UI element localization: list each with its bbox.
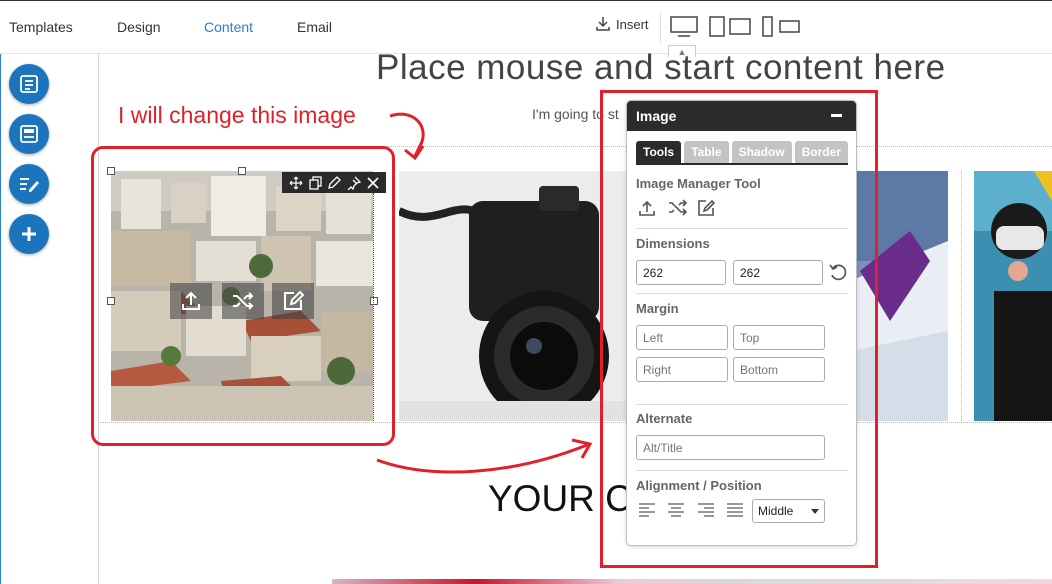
insert-label: Insert: [616, 16, 649, 32]
toolbar-divider: [660, 13, 661, 43]
tablet-view-icon[interactable]: [709, 16, 753, 38]
section-separator: [636, 293, 848, 294]
edit-box-icon[interactable]: [697, 199, 715, 217]
alternate-title: Alternate: [636, 411, 693, 426]
align-left-icon[interactable]: [638, 502, 656, 518]
diver-image[interactable]: [974, 171, 1052, 421]
margin-title: Margin: [636, 301, 679, 316]
align-justify-icon[interactable]: [726, 502, 744, 518]
alignment-title: Alignment / Position: [636, 478, 762, 493]
add-button[interactable]: [9, 214, 49, 254]
width-field[interactable]: [636, 260, 726, 285]
desktop-view-icon[interactable]: [670, 16, 698, 38]
mobile-view-icon[interactable]: [762, 16, 802, 38]
download-icon: [596, 17, 610, 31]
shuffle-icon[interactable]: [668, 199, 688, 217]
tab-table[interactable]: Table: [684, 141, 729, 163]
image-manager-title: Image Manager Tool: [636, 176, 761, 191]
nav-templates[interactable]: Templates: [9, 19, 73, 35]
align-center-icon[interactable]: [667, 502, 685, 518]
alt-title-field[interactable]: [636, 435, 825, 460]
margin-top-field[interactable]: [733, 325, 825, 350]
top-bar: Templates Design Content Email Insert ▲: [0, 0, 1052, 57]
panel-title: Image: [636, 108, 677, 124]
section-separator: [636, 470, 848, 471]
edit-text-button[interactable]: [9, 164, 49, 204]
section-separator: [636, 228, 848, 229]
headline-text[interactable]: Place mouse and start content here: [376, 48, 946, 88]
minimize-icon[interactable]: [831, 114, 842, 117]
text-edit-icon: [20, 178, 39, 192]
insert-button[interactable]: Insert: [595, 16, 649, 32]
form-list-icon: [20, 75, 38, 93]
position-select[interactable]: Middle: [752, 499, 825, 523]
layout-button[interactable]: [9, 114, 49, 154]
upload-icon[interactable]: [638, 199, 656, 217]
nav-email[interactable]: Email: [297, 19, 332, 35]
bottom-image-strip: [332, 579, 1052, 584]
section-separator: [636, 404, 848, 405]
dimensions-title: Dimensions: [636, 236, 710, 251]
layout-icon: [20, 125, 38, 143]
annotation-text: I will change this image: [118, 102, 356, 128]
margin-left-field[interactable]: [636, 325, 728, 350]
margin-right-field[interactable]: [636, 357, 728, 382]
panel-header: Image: [627, 101, 856, 131]
nav-design[interactable]: Design: [117, 19, 161, 35]
margin-bottom-field[interactable]: [733, 357, 825, 382]
align-right-icon[interactable]: [697, 502, 715, 518]
reset-icon[interactable]: [829, 263, 847, 281]
chevron-down-icon: [811, 509, 819, 514]
annotation-image-frame: [91, 146, 395, 446]
nav-content[interactable]: Content: [204, 19, 253, 35]
tab-border[interactable]: Border: [794, 141, 848, 163]
image-settings-panel: Image Tools Table Shadow Border Image Ma…: [626, 100, 857, 546]
tab-shadow[interactable]: Shadow: [731, 141, 792, 163]
panel-tabs: Tools Table Shadow Border: [636, 141, 848, 165]
tab-tools[interactable]: Tools: [636, 141, 682, 163]
blocks-button[interactable]: [9, 64, 49, 104]
diver-photo: [974, 171, 1052, 421]
plus-icon: [22, 227, 36, 241]
position-select-value: Middle: [758, 504, 794, 518]
column-guide: [961, 171, 962, 421]
annotation-arrow-to-panel: [376, 438, 593, 474]
height-field[interactable]: [733, 260, 823, 285]
